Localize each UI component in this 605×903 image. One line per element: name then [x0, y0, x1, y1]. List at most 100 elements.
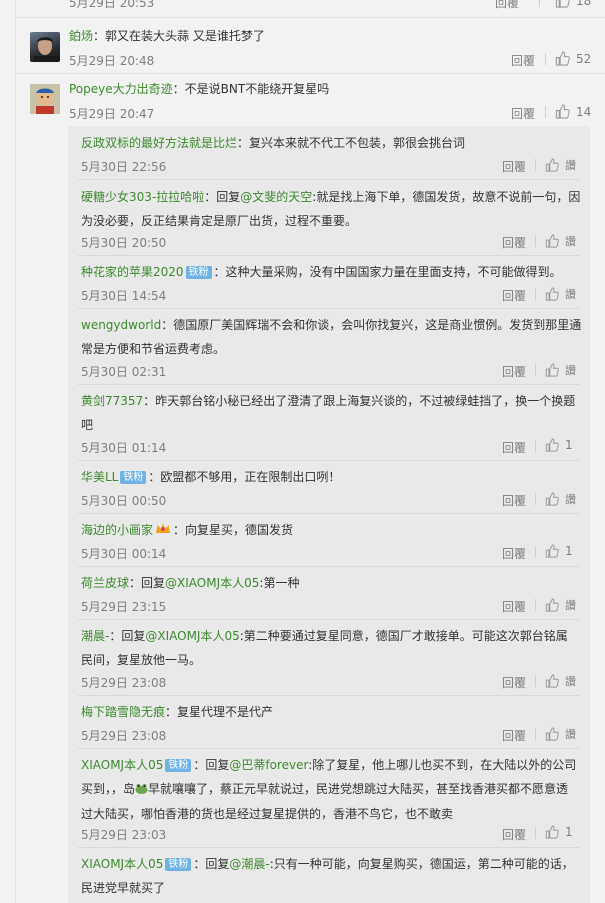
mention-link[interactable]: @巴蒂forever — [229, 758, 308, 772]
comment-time: 5月30日 01:14 — [81, 441, 167, 455]
username-link[interactable]: 反政双标的最好方法就是比烂 — [81, 136, 237, 150]
like-button[interactable]: 讚 — [545, 673, 576, 689]
username-link[interactable]: 黄剑77357 — [81, 394, 143, 408]
comment-time: 5月30日 14:54 — [81, 289, 167, 303]
comment-time: 5月29日 23:08 — [81, 729, 167, 743]
comment-body: ：德国原厂美国辉瑞不会和你谈，会叫你找复兴，这是商业惯例。发货到那里通 — [161, 318, 582, 332]
avatar[interactable] — [30, 84, 60, 114]
divider — [545, 53, 546, 65]
comment-text: 潮晨-：回复@XIAOMJ本人05:第二种要通过复星同意，德国厂才敢接单。可能这… — [81, 624, 568, 672]
comment-body-cont: 早就嚷嚷了，蔡正元早就说过，民进党想跳过大陆买，甚至找香港买都不愿意透 — [148, 782, 569, 796]
comment-text: XIAOMJ本人05 铁粉 ：回复@巴蒂forever:除了复星，他上哪儿也买不到，… — [81, 753, 576, 826]
comment-body-cont: 民进党早就买了 — [81, 881, 166, 895]
like-button[interactable]: 14 — [555, 104, 591, 119]
comment-text: Popeye大力出奇迹：不是说BNT不能绕开复星吗 — [69, 77, 329, 101]
divider — [535, 675, 536, 687]
like-button[interactable]: 1 — [545, 825, 573, 839]
reply-button[interactable]: 回覆 — [502, 545, 526, 562]
like-button[interactable]: 讚 — [545, 233, 576, 249]
like-button[interactable]: 讚 — [545, 491, 576, 507]
username-link[interactable]: 梅下踏雪隐无痕 — [81, 705, 165, 719]
thumbs-up-icon — [545, 363, 559, 377]
fan-badge: 铁粉 — [185, 266, 212, 279]
like-count: 18 — [576, 0, 592, 8]
like-label: 讚 — [565, 235, 576, 248]
divider — [535, 440, 536, 452]
like-label: 讚 — [565, 288, 576, 301]
mention-link[interactable]: @潮晨- — [229, 857, 269, 871]
reply-button[interactable]: 回覆 — [502, 598, 526, 615]
reply-button[interactable]: 回覆 — [502, 234, 526, 251]
reply-button[interactable]: 回覆 — [502, 492, 526, 509]
reply-button[interactable]: 回覆 — [502, 674, 526, 691]
username-link[interactable]: 种花家的苹果2020 — [81, 265, 184, 279]
like-button[interactable]: 1 — [545, 544, 573, 558]
divider — [78, 619, 580, 620]
username-link[interactable]: Popeye大力出奇迹 — [69, 82, 173, 96]
thumbs-up-icon — [545, 825, 559, 839]
comment-text: 反政双标的最好方法就是比烂：复兴本来就不代工不包装，郭很会挑台词 — [81, 131, 465, 155]
divider — [78, 748, 580, 749]
like-label: 讚 — [565, 159, 576, 172]
comment-text: 梅下踏雪隐无痕：复星代理不是代产 — [81, 700, 273, 724]
reply-prefix: ：回复 — [109, 629, 146, 643]
username-link[interactable]: 海边的小画家 — [81, 523, 153, 537]
like-count: 1 — [565, 438, 573, 452]
reply-button[interactable]: 回覆 — [502, 727, 526, 744]
like-button[interactable]: 讚 — [545, 597, 576, 613]
like-button[interactable]: 52 — [555, 51, 591, 66]
like-label: 讚 — [565, 675, 576, 688]
username-link[interactable]: XIAOMJ本人05 — [81, 758, 163, 772]
comment-body: ：复星代理不是代产 — [165, 705, 274, 719]
like-button[interactable]: 18 — [555, 0, 591, 8]
username-link[interactable]: 鉑炀 — [69, 29, 93, 43]
reply-button[interactable]: 回覆 — [511, 105, 535, 122]
divider — [535, 728, 536, 740]
username-link[interactable]: 华美LL — [81, 470, 118, 484]
like-count: 52 — [576, 51, 592, 66]
divider — [535, 827, 536, 839]
username-link[interactable]: XIAOMJ本人05 — [81, 857, 163, 871]
reply-button[interactable]: 回覆 — [502, 363, 526, 380]
like-button[interactable]: 讚 — [545, 726, 576, 742]
divider — [535, 599, 536, 611]
thumbs-up-icon — [545, 438, 559, 452]
reply-button[interactable]: 回覆 — [502, 287, 526, 304]
avatar[interactable] — [30, 32, 60, 62]
username-link[interactable]: 荷兰皮球 — [81, 576, 129, 590]
divider — [15, 17, 605, 18]
mention-link[interactable]: @XIAOMJ本人05 — [145, 629, 239, 643]
frog-emoji-icon — [135, 778, 148, 802]
mention-link[interactable]: @文斐的天空 — [240, 190, 312, 204]
like-count: 1 — [565, 825, 573, 839]
like-count: 1 — [565, 544, 573, 558]
left-border-rule — [15, 0, 16, 903]
mention-link[interactable]: @XIAOMJ本人05 — [165, 576, 259, 590]
like-count: 14 — [576, 104, 592, 119]
username-link[interactable]: 潮晨- — [81, 629, 109, 643]
fan-badge: 铁粉 — [165, 858, 192, 871]
reply-prefix: ：回复 — [193, 758, 230, 772]
like-button[interactable]: 讚 — [545, 362, 576, 378]
divider — [78, 566, 580, 567]
comment-body: ：昨天郭台铭小秘已经出了澄清了跟上海复兴谈的，不过被绿蛙挡了，换一个换题 — [143, 394, 576, 408]
like-label: 讚 — [565, 493, 576, 506]
comment-body-cont: 买到，，岛 — [81, 782, 136, 796]
comment-body: ：复兴本来就不代工不包装，郭很会挑台词 — [237, 136, 466, 150]
reply-button[interactable]: 回覆 — [502, 158, 526, 175]
username-link[interactable]: wengydworld — [81, 318, 161, 332]
comment-body: :第二种要通过复星同意，德国厂才敢接单。可能这次郭台铭属 — [239, 629, 568, 643]
reply-button[interactable]: 回覆 — [495, 0, 519, 11]
reply-button[interactable]: 回覆 — [502, 439, 526, 456]
like-button[interactable]: 1 — [545, 438, 573, 452]
divider — [78, 179, 580, 180]
comment-text: 黄剑77357：昨天郭台铭小秘已经出了澄清了跟上海复兴谈的，不过被绿蛙挡了，换一… — [81, 389, 575, 437]
comment-time: 5月30日 00:14 — [81, 547, 167, 561]
like-button[interactable]: 讚 — [545, 286, 576, 302]
comment-body-cont: 过大陆买，哪怕香港的货也是经过复星提供的，香港不鸟它，也不敢卖 — [81, 806, 454, 821]
like-button[interactable]: 讚 — [545, 157, 576, 173]
username-link[interactable]: 硬糖少女303-拉拉哈啦 — [81, 190, 204, 204]
reply-button[interactable]: 回覆 — [502, 826, 526, 843]
reply-button[interactable]: 回覆 — [511, 52, 535, 69]
thumbs-up-icon — [545, 158, 559, 172]
